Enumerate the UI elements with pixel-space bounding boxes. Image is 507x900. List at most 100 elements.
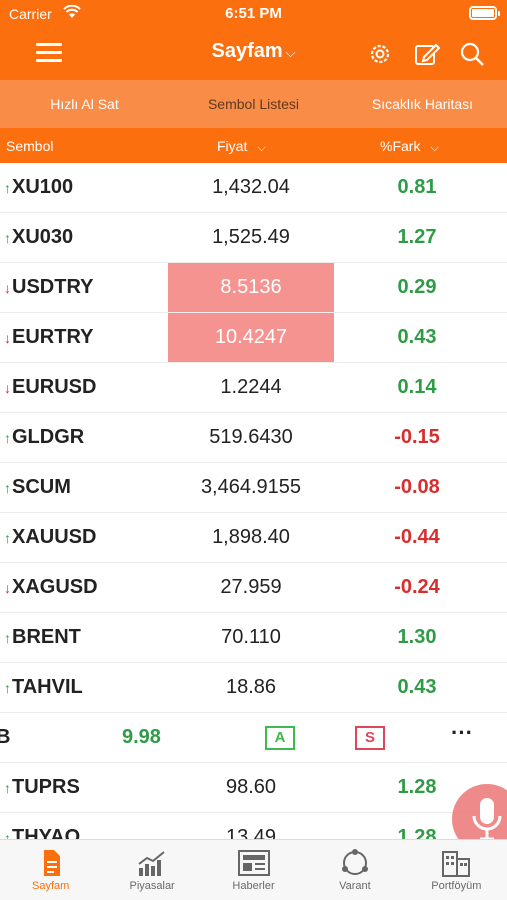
gear-icon[interactable]	[366, 40, 394, 68]
row-symbol: ↓XAGUSD	[4, 563, 98, 613]
table-row[interactable]: ↑BRENT 70.110 1.30	[0, 613, 507, 663]
top-bar: Carrier 6:51 PM Sayfam ⌵	[0, 0, 507, 80]
tab-heat-map[interactable]: Sıcaklık Haritası	[338, 80, 507, 128]
arrow-down-icon: ↓	[4, 380, 11, 396]
arrow-up-icon: ↑	[4, 430, 11, 446]
row-change: 0.81	[397, 176, 437, 198]
chevron-down-icon: ⌵	[430, 142, 439, 154]
row-change: 0.43	[397, 326, 437, 348]
tabbar-haberler[interactable]: Haberler	[203, 840, 304, 900]
chevron-down-icon: ⌵	[257, 142, 266, 154]
symbol-name: USDTRY	[12, 276, 94, 298]
row-price: 70.110	[221, 626, 281, 648]
row-price: 18.86	[225, 676, 277, 698]
arrow-down-icon: ↓	[4, 580, 11, 596]
portfolio-building-icon	[442, 851, 471, 877]
row-change: 0.43	[397, 676, 437, 698]
table-row[interactable]: ↑XU030 1,525.49 1.27	[0, 213, 507, 263]
row-change: 0.29	[397, 276, 437, 298]
column-price-label: Fiyat	[217, 138, 248, 154]
row-price: 3,464.9155	[200, 476, 302, 498]
arrow-down-icon: ↓	[4, 330, 11, 346]
row-price: 1,898.40	[212, 526, 290, 548]
row-symbol: ↑TUPRS	[4, 763, 80, 813]
swiped-row-actions[interactable]: B 9.98 A S ···	[0, 713, 507, 763]
edit-icon[interactable]	[413, 40, 441, 68]
table-row[interactable]: ↑XU100 1,432.04 0.81	[0, 163, 507, 213]
arrow-down-icon: ↓	[4, 280, 11, 296]
tab-symbol-list[interactable]: Sembol Listesi	[169, 80, 338, 128]
tabbar-label: Portföyüm	[431, 880, 482, 892]
column-change-label: %Fark	[380, 138, 421, 154]
row-price: 1,432.04	[212, 176, 290, 198]
search-icon[interactable]	[458, 40, 486, 68]
arrow-up-icon: ↑	[4, 780, 11, 796]
table-row[interactable]: ↓USDTRY 8.5136 0.29	[0, 263, 507, 313]
tabbar-label: Sayfam	[32, 880, 70, 892]
row-change: -0.08	[394, 476, 440, 498]
arrow-up-icon: ↑	[4, 480, 11, 496]
symbol-name: XAUUSD	[12, 526, 97, 548]
column-change-sort[interactable]: %Fark ⌵	[380, 138, 439, 155]
tabbar-varant[interactable]: Varant	[304, 840, 405, 900]
row-symbol: ↑XAUUSD	[4, 513, 96, 563]
row-symbol: ↑SCUM	[4, 463, 71, 513]
table-row[interactable]: ↑XAUUSD 1,898.40 -0.44	[0, 513, 507, 563]
table-row[interactable]: ↓EURTRY 10.4247 0.43	[0, 313, 507, 363]
table-row[interactable]: ↓XAGUSD 27.959 -0.24	[0, 563, 507, 613]
table-row[interactable]: ↑TUPRS 98.60 1.28	[0, 763, 507, 813]
symbol-name: XU100	[12, 176, 74, 198]
news-icon	[237, 850, 270, 876]
column-price-sort[interactable]: Fiyat ⌵	[217, 138, 266, 155]
row-price-flash: 10.4247	[168, 313, 334, 362]
table-row[interactable]: ↑GLDGR 519.6430 -0.15	[0, 413, 507, 463]
row-price: 519.6430	[209, 426, 293, 448]
more-options-button[interactable]: ···	[445, 722, 479, 751]
arrow-up-icon: ↑	[4, 530, 11, 546]
row-price: 1,525.49	[212, 226, 290, 248]
sell-button[interactable]: S	[355, 726, 385, 750]
row-price: 27.959	[220, 576, 282, 598]
clock: 6:51 PM	[225, 5, 282, 22]
row-price: 98.60	[225, 776, 277, 798]
row-change: -0.15	[394, 426, 440, 448]
symbol-name: BRENT	[12, 626, 81, 648]
tabbar-piyasalar[interactable]: Piyasalar	[101, 840, 202, 900]
row-symbol: ↑TAHVIL	[4, 663, 83, 713]
document-icon	[43, 850, 60, 876]
tabbar-portfoyum[interactable]: Portföyüm	[406, 840, 507, 900]
symbol-name: EURTRY	[12, 326, 94, 348]
row-change: -0.44	[394, 526, 440, 548]
status-bar: Carrier 6:51 PM	[0, 0, 507, 28]
symbol-name: TAHVIL	[12, 676, 83, 698]
table-row[interactable]: ↑TAHVIL 18.86 0.43	[0, 663, 507, 713]
tabbar-label: Varant	[339, 880, 371, 892]
tab-quick-trade[interactable]: Hızlı Al Sat	[0, 80, 169, 128]
symbol-name: SCUM	[12, 476, 71, 498]
table-row[interactable]: ↑SCUM 3,464.9155 -0.08	[0, 463, 507, 513]
symbol-name: XAGUSD	[12, 576, 98, 598]
symbol-name: EURUSD	[12, 376, 97, 398]
row-symbol-fragment: B	[0, 726, 11, 748]
tabbar-label: Piyasalar	[129, 880, 175, 892]
bottom-tab-bar: Sayfam Piyasalar Haberler Varant Portföy…	[0, 839, 507, 900]
page-title: Sayfam	[211, 40, 283, 62]
symbol-name: GLDGR	[12, 426, 85, 448]
column-header: Sembol Fiyat ⌵ %Fark ⌵	[0, 128, 507, 163]
symbol-list: ↑XU100 1,432.04 0.81 ↑XU030 1,525.49 1.2…	[0, 163, 507, 863]
tabbar-sayfam[interactable]: Sayfam	[0, 840, 101, 900]
row-symbol: ↑GLDGR	[4, 413, 84, 463]
chevron-down-icon: ⌵	[285, 45, 296, 60]
row-symbol: ↓USDTRY	[4, 263, 93, 313]
row-symbol: ↑XU100	[4, 163, 73, 213]
row-change: 0.14	[397, 376, 437, 398]
arrow-up-icon: ↑	[4, 680, 11, 696]
row-symbol: ↓EURTRY	[4, 313, 93, 363]
buy-button[interactable]: A	[265, 726, 295, 750]
row-price-flash: 8.5136	[168, 263, 334, 312]
row-change: -0.24	[394, 576, 440, 598]
warrant-cycle-icon	[341, 849, 368, 875]
table-row[interactable]: ↓EURUSD 1.2244 0.14	[0, 363, 507, 413]
row-symbol: ↓EURUSD	[4, 363, 96, 413]
symbol-name: TUPRS	[12, 776, 80, 798]
